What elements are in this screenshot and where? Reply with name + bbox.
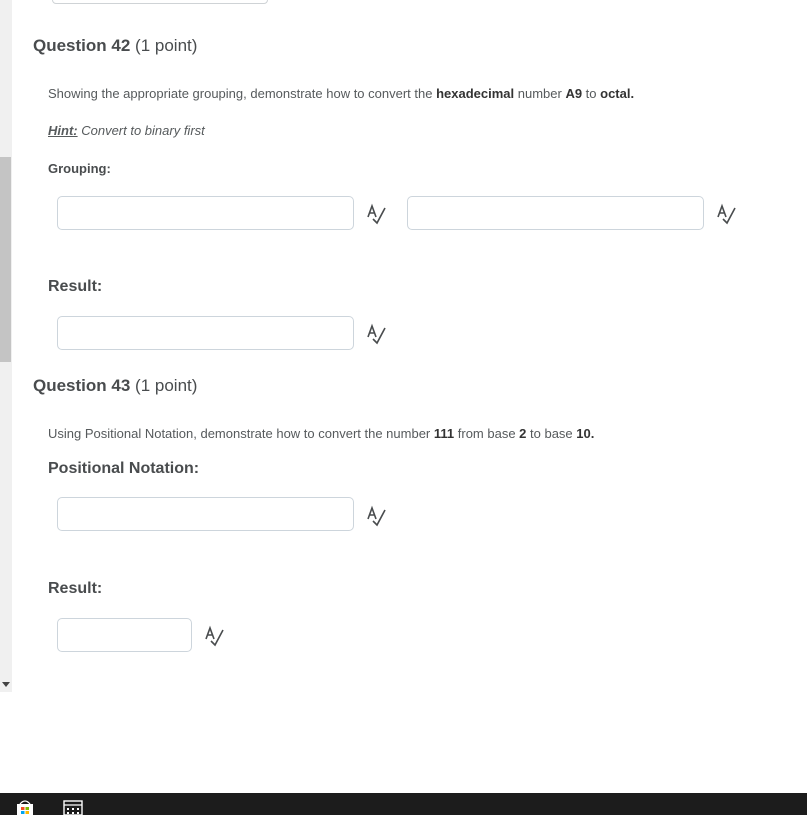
prompt-bold-term: 10. — [576, 426, 595, 441]
previous-question-input[interactable] — [52, 0, 268, 4]
prompt-text: Using Positional Notation, demonstrate h… — [48, 426, 434, 441]
question-42-heading: Question 42 (1 point) — [33, 36, 197, 56]
spellcheck-icon[interactable] — [716, 203, 738, 225]
question-42-title: Question 42 — [33, 36, 131, 55]
result-input-q43[interactable] — [57, 618, 192, 652]
spellcheck-icon[interactable] — [366, 323, 388, 345]
prompt-bold-term: hexadecimal — [436, 86, 515, 101]
prompt-text: to — [582, 86, 601, 101]
result-label: Result: — [48, 278, 103, 295]
spellcheck-icon[interactable] — [366, 203, 388, 225]
result-input-q42[interactable] — [57, 316, 354, 350]
spellcheck-icon[interactable] — [366, 505, 388, 527]
calculator-icon[interactable] — [62, 800, 84, 815]
prompt-text: from base — [454, 426, 520, 441]
hint-label: Hint: — [48, 123, 78, 138]
prompt-bold-term: octal. — [600, 86, 635, 101]
hint-text: Convert to binary first — [77, 123, 205, 138]
prompt-text: to base — [526, 426, 577, 441]
prompt-text: Showing the appropriate grouping, demons… — [48, 86, 437, 101]
grouping-label: Grouping: — [48, 161, 111, 176]
taskbar — [0, 793, 807, 815]
question-43-heading: Question 43 (1 point) — [33, 376, 197, 396]
question-42-prompt: Showing the appropriate grouping, demons… — [48, 86, 634, 101]
store-icon[interactable] — [14, 800, 36, 815]
prompt-bold-term: A9 — [565, 86, 583, 101]
grouping-input-2[interactable] — [407, 196, 704, 230]
grouping-input-1[interactable] — [57, 196, 354, 230]
result-label: Result: — [48, 580, 103, 597]
question-42-hint: Hint: Convert to binary first — [48, 123, 205, 138]
spellcheck-icon[interactable] — [204, 625, 226, 647]
positional-notation-input[interactable] — [57, 497, 354, 531]
question-42-points: (1 point) — [135, 36, 198, 55]
prompt-text: number — [514, 86, 566, 101]
question-43-title: Question 43 — [33, 376, 131, 395]
prompt-bold-term: 111 — [433, 426, 455, 441]
scroll-down-arrow[interactable] — [2, 682, 10, 687]
scrollbar-thumb[interactable] — [0, 157, 11, 362]
question-43-points: (1 point) — [135, 376, 198, 395]
question-43-prompt: Using Positional Notation, demonstrate h… — [48, 426, 594, 441]
positional-notation-label: Positional Notation: — [48, 460, 200, 477]
